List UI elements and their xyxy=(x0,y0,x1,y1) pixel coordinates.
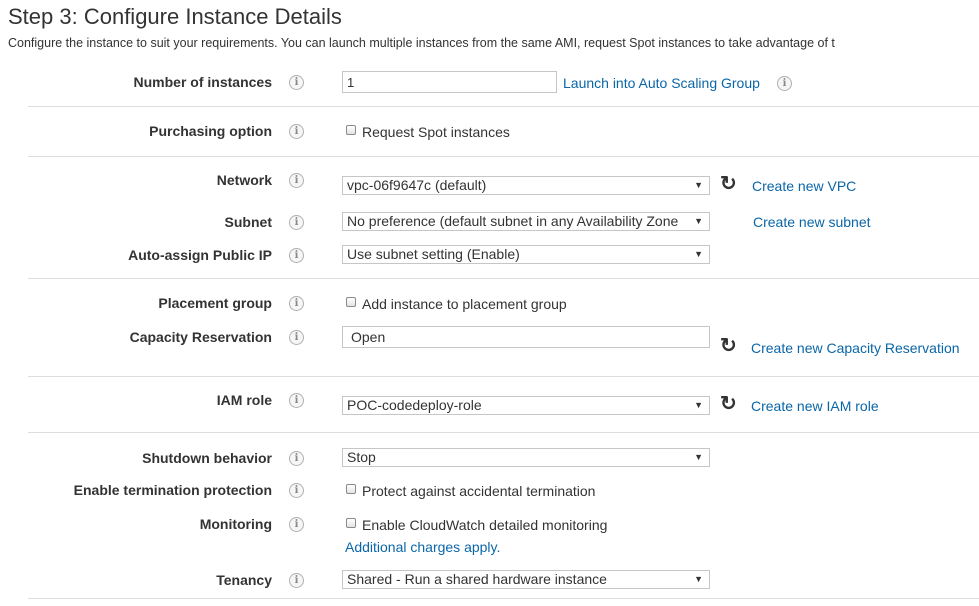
chevron-down-icon: ▼ xyxy=(694,400,703,410)
iam-role-label: IAM role xyxy=(216,392,272,408)
capacity-reservation-field[interactable] xyxy=(342,326,710,348)
refresh-iam-role-icon[interactable]: ↻ xyxy=(720,394,737,414)
info-icon[interactable]: i xyxy=(289,124,304,139)
chevron-down-icon: ▼ xyxy=(694,180,703,190)
tenancy-select[interactable]: Shared - Run a shared hardware instance … xyxy=(342,570,710,589)
iam-role-select[interactable]: POC-codedeploy-role ▼ xyxy=(342,396,710,415)
section-divider xyxy=(28,156,979,157)
page-title: Step 3: Configure Instance Details xyxy=(8,4,342,29)
subnet-label: Subnet xyxy=(224,214,272,230)
shutdown-behavior-select[interactable]: Stop ▼ xyxy=(342,448,710,467)
create-new-capacity-reservation-link[interactable]: Create new Capacity Reservation xyxy=(751,340,960,356)
placement-group-checkbox[interactable] xyxy=(346,297,356,307)
section-divider xyxy=(28,432,979,433)
shutdown-behavior-label: Shutdown behavior xyxy=(142,450,272,466)
chevron-down-icon: ▼ xyxy=(694,249,703,259)
network-select[interactable]: vpc-06f9647c (default) ▼ xyxy=(342,176,710,195)
shutdown-behavior-value: Stop xyxy=(347,449,376,465)
create-new-subnet-link[interactable]: Create new subnet xyxy=(753,214,871,230)
placement-group-label: Placement group xyxy=(158,295,272,311)
chevron-down-icon: ▼ xyxy=(694,216,703,226)
chevron-down-icon: ▼ xyxy=(694,574,703,584)
info-icon[interactable]: i xyxy=(289,248,304,263)
auto-assign-public-ip-value: Use subnet setting (Enable) xyxy=(347,246,520,262)
number-of-instances-label: Number of instances xyxy=(133,74,272,90)
launch-auto-scaling-link[interactable]: Launch into Auto Scaling Group xyxy=(563,75,760,91)
network-label: Network xyxy=(216,172,272,188)
monitoring-label: Monitoring xyxy=(199,516,272,532)
chevron-down-icon: ▼ xyxy=(694,452,703,462)
section-divider xyxy=(28,278,979,279)
info-icon[interactable]: i xyxy=(289,330,304,345)
monitoring-checkbox-label[interactable]: Enable CloudWatch detailed monitoring xyxy=(362,517,607,533)
termination-protection-checkbox[interactable] xyxy=(346,484,356,494)
subnet-select[interactable]: No preference (default subnet in any Ava… xyxy=(342,212,710,231)
info-icon[interactable]: i xyxy=(289,173,304,188)
info-icon[interactable]: i xyxy=(777,76,792,91)
info-icon[interactable]: i xyxy=(289,393,304,408)
section-divider xyxy=(28,376,979,377)
capacity-reservation-label: Capacity Reservation xyxy=(129,329,272,345)
tenancy-label: Tenancy xyxy=(216,572,272,588)
page-subtitle: Configure the instance to suit your requ… xyxy=(8,36,835,50)
section-divider xyxy=(28,598,979,599)
info-icon[interactable]: i xyxy=(289,451,304,466)
request-spot-checkbox-label[interactable]: Request Spot instances xyxy=(362,124,510,140)
info-icon[interactable]: i xyxy=(289,296,304,311)
refresh-capacity-reservation-icon[interactable]: ↻ xyxy=(720,336,737,356)
subnet-select-value: No preference (default subnet in any Ava… xyxy=(347,213,679,229)
termination-protection-label: Enable termination protection xyxy=(73,482,272,498)
placement-group-checkbox-label[interactable]: Add instance to placement group xyxy=(362,296,567,312)
tenancy-select-value: Shared - Run a shared hardware instance xyxy=(347,571,607,587)
create-new-iam-role-link[interactable]: Create new IAM role xyxy=(751,398,879,414)
info-icon[interactable]: i xyxy=(289,483,304,498)
info-icon[interactable]: i xyxy=(289,215,304,230)
purchasing-option-label: Purchasing option xyxy=(149,123,272,139)
termination-protection-checkbox-label[interactable]: Protect against accidental termination xyxy=(362,483,595,499)
additional-charges-link[interactable]: Additional charges apply. xyxy=(345,539,500,555)
create-new-vpc-link[interactable]: Create new VPC xyxy=(752,178,856,194)
auto-assign-public-ip-select[interactable]: Use subnet setting (Enable) ▼ xyxy=(342,245,710,264)
network-select-value: vpc-06f9647c (default) xyxy=(347,177,487,193)
refresh-network-icon[interactable]: ↻ xyxy=(720,174,737,194)
number-of-instances-input[interactable] xyxy=(342,71,557,93)
info-icon[interactable]: i xyxy=(289,75,304,90)
info-icon[interactable]: i xyxy=(289,517,304,532)
info-icon[interactable]: i xyxy=(289,573,304,588)
monitoring-checkbox[interactable] xyxy=(346,518,356,528)
iam-role-select-value: POC-codedeploy-role xyxy=(347,397,482,413)
request-spot-checkbox[interactable] xyxy=(346,125,356,135)
section-divider xyxy=(28,106,979,107)
auto-assign-public-ip-label: Auto-assign Public IP xyxy=(128,247,272,263)
